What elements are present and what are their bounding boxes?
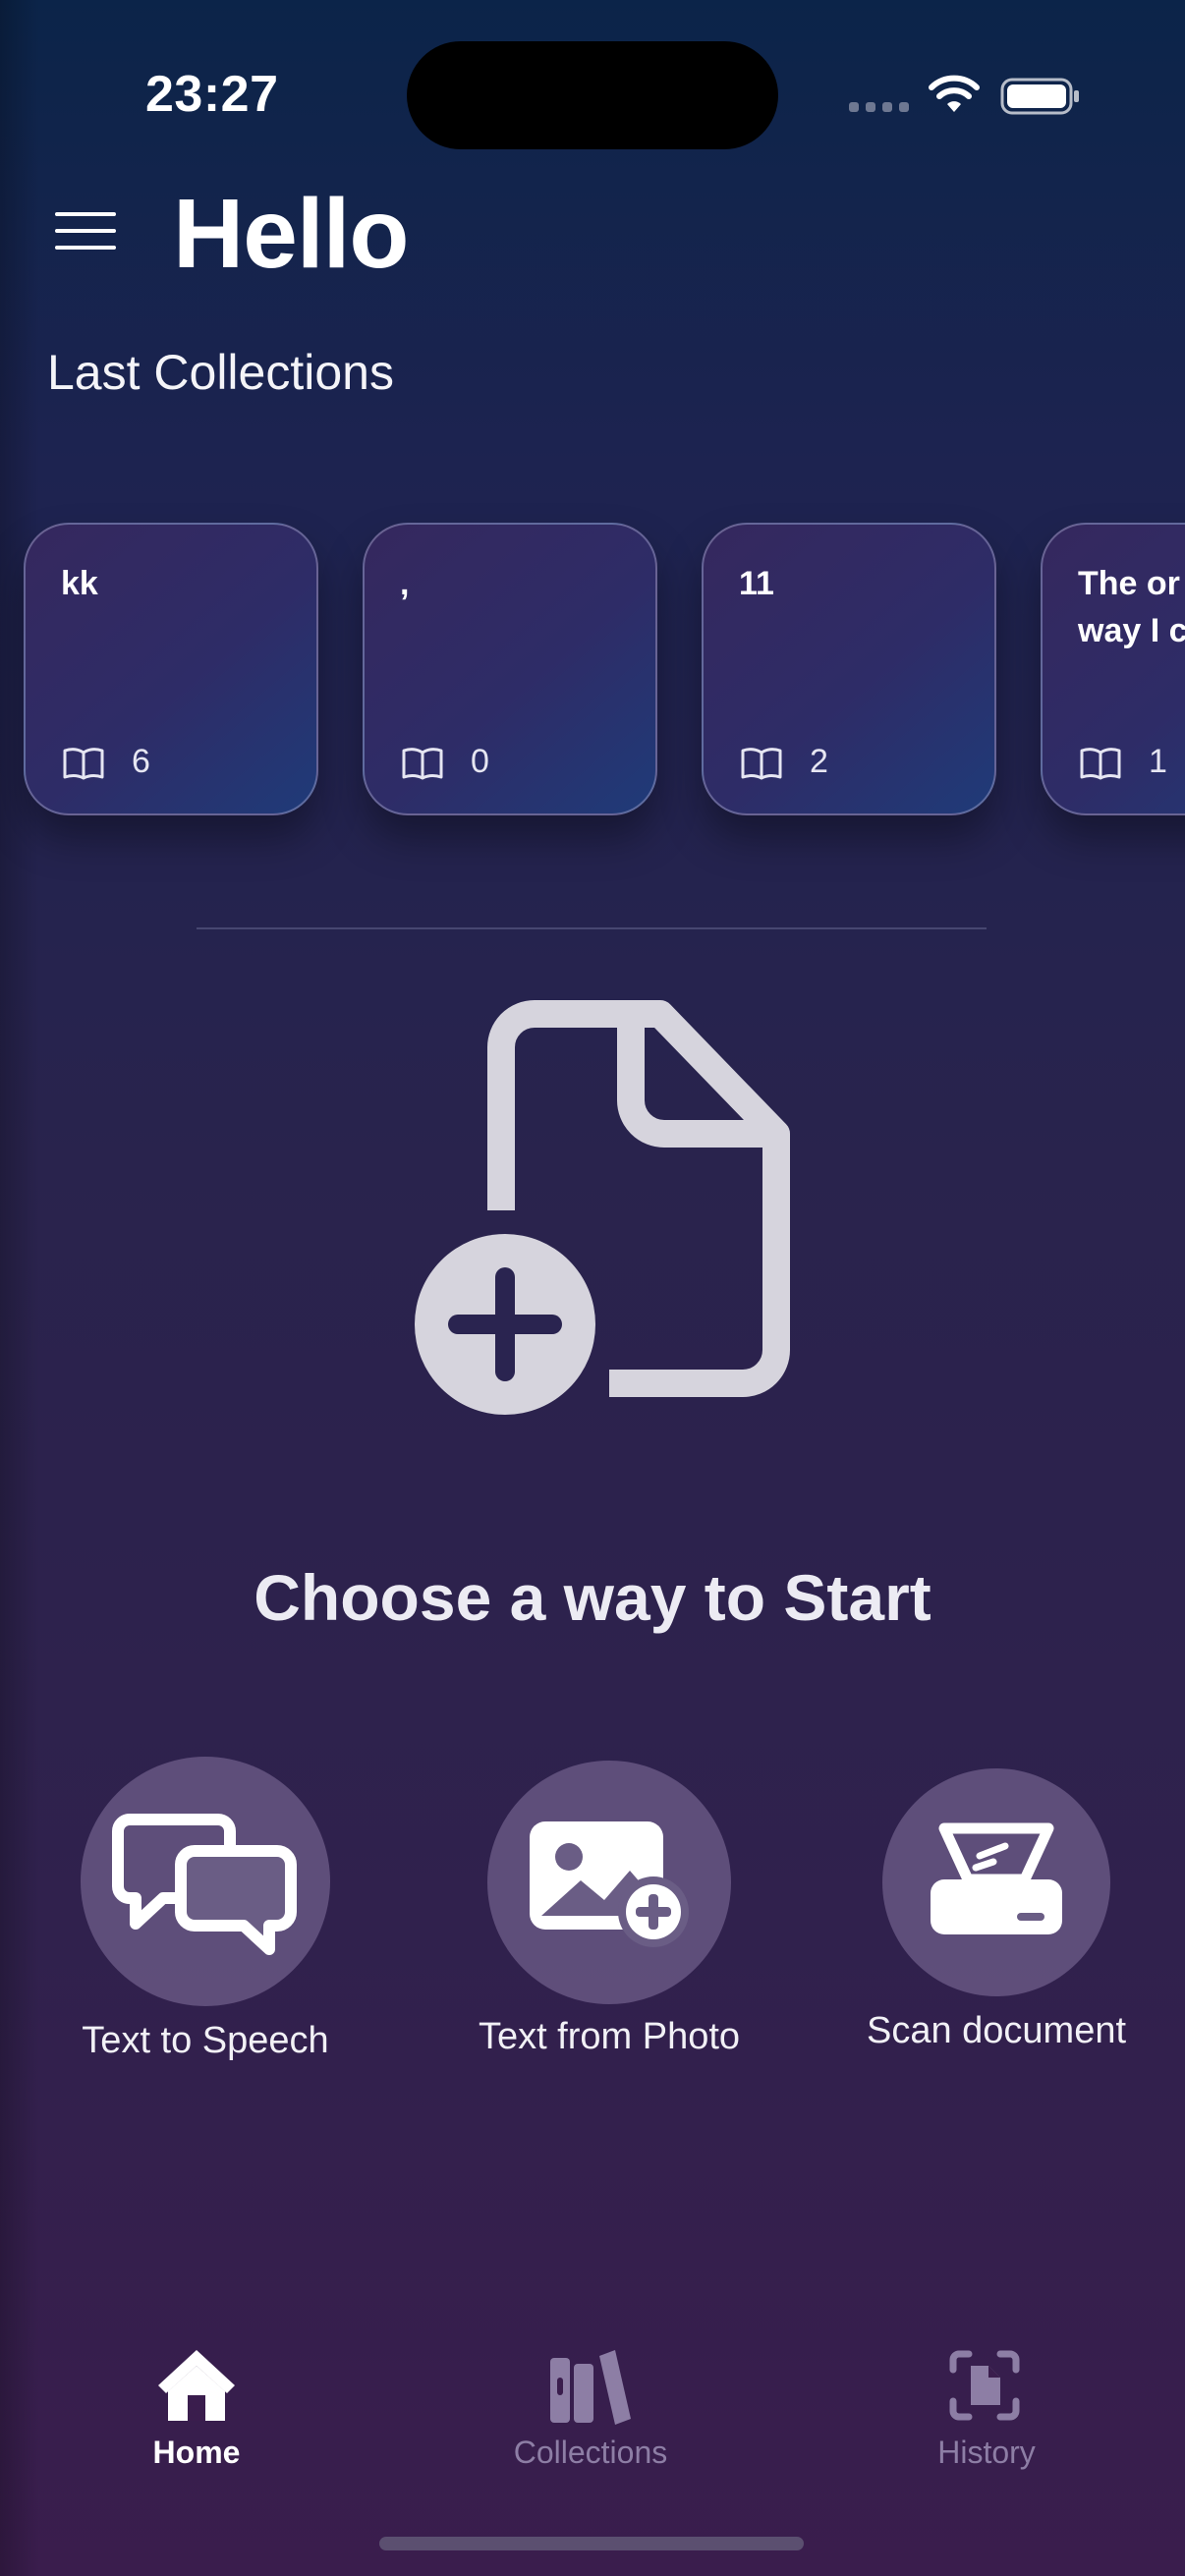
collection-count: 6	[132, 743, 150, 780]
scan-document-label: Scan document	[866, 2010, 1127, 2051]
document-add-icon	[415, 1000, 790, 1415]
battery-icon	[1000, 78, 1079, 115]
tab-home-label: Home	[152, 2435, 241, 2470]
tab-collections-label: Collections	[513, 2435, 668, 2470]
menu-button[interactable]	[49, 208, 124, 253]
page-title: Hello	[173, 179, 409, 289]
collection-card[interactable]: , 0	[363, 523, 657, 815]
house-icon	[158, 2350, 235, 2421]
collection-title: 11	[739, 565, 774, 602]
collection-title: The or way I c	[1078, 565, 1185, 649]
wifi-icon	[929, 75, 980, 112]
last-collections-heading: Last Collections	[47, 345, 394, 400]
book-icon	[63, 748, 104, 780]
speech-bubbles-icon	[112, 1814, 297, 1955]
books-icon	[550, 2350, 631, 2425]
collection-title: kk	[61, 565, 98, 602]
book-icon	[1080, 748, 1121, 780]
scan-document-button[interactable]	[882, 1768, 1110, 1996]
photo-add-icon	[530, 1821, 689, 1947]
text-to-speech-label: Text to Speech	[82, 2020, 329, 2061]
home-screen: 23:27 Hello Last Collections kk 6 , 0 11	[0, 0, 1185, 2576]
cellular-signal-icon	[849, 102, 909, 112]
home-indicator	[379, 2537, 804, 2550]
edge-shadow	[0, 0, 39, 2576]
text-from-photo-button[interactable]	[487, 1761, 731, 2004]
collection-title: ,	[400, 565, 410, 602]
book-icon	[741, 748, 782, 780]
doc-scan-icon	[949, 2350, 1020, 2421]
collection-card[interactable]: 11 2	[702, 523, 996, 815]
divider	[197, 927, 987, 929]
collection-count: 2	[810, 743, 828, 780]
text-from-photo-label: Text from Photo	[478, 2016, 741, 2057]
hamburger-icon	[55, 212, 116, 216]
collection-count: 1	[1149, 743, 1167, 780]
collection-card[interactable]: The or way I c 1	[1041, 523, 1185, 815]
dynamic-island	[407, 41, 778, 149]
choose-heading: Choose a way to Start	[254, 1561, 931, 1634]
collection-card[interactable]: kk 6	[24, 523, 318, 815]
text-to-speech-button[interactable]	[81, 1757, 330, 2006]
status-time: 23:27	[145, 66, 279, 123]
collection-count: 0	[471, 743, 489, 780]
scanner-icon	[931, 1822, 1062, 1934]
book-icon	[402, 748, 443, 780]
tab-history-label: History	[937, 2435, 1036, 2470]
